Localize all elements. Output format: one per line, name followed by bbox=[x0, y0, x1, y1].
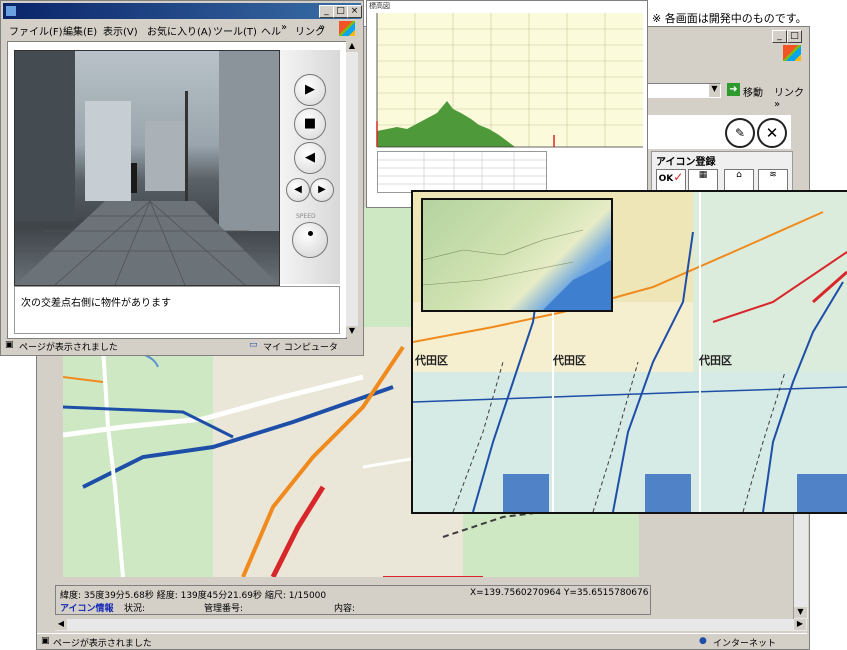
ward-label-1: 代田区 bbox=[415, 354, 448, 367]
step-back-icon[interactable]: ◀ bbox=[286, 178, 310, 202]
video-minimize-button[interactable]: _ bbox=[319, 5, 334, 18]
map-statusbar: ▣ ページが表示されました ● インターネット bbox=[37, 633, 807, 649]
guidance-message: 次の交差点右側に物件があります bbox=[21, 298, 171, 309]
scroll-down-arrow[interactable]: ▼ bbox=[794, 607, 807, 618]
elevation-data-table bbox=[377, 151, 547, 193]
page-icon: ▣ bbox=[41, 636, 50, 646]
menu-more-chevron[interactable]: » bbox=[281, 22, 287, 33]
menu-view[interactable]: 表示(V) bbox=[103, 23, 138, 38]
map-info-bar: 緯度: 35度39分5.68秒 経度: 139度45分21.69秒 縮尺: 1/… bbox=[55, 585, 651, 615]
video-statusbar: ▣ ページが表示されました ▭ マイ コンピュータ bbox=[3, 339, 361, 353]
video-scrollbar[interactable]: ▲ ▼ bbox=[346, 41, 358, 337]
speed-dial-pointer bbox=[308, 231, 313, 236]
computer-icon: ▭ bbox=[249, 340, 258, 350]
play-icon[interactable]: ▶ bbox=[294, 74, 326, 106]
step-forward-icon[interactable]: ▶ bbox=[310, 178, 334, 202]
video-close-button[interactable]: × bbox=[347, 5, 362, 18]
minimize-button[interactable]: _ bbox=[772, 30, 787, 43]
edit-icon[interactable]: ✎ bbox=[725, 118, 755, 148]
scroll-left-arrow[interactable]: ◀ bbox=[55, 619, 67, 630]
video-maximize-button[interactable]: □ bbox=[333, 5, 348, 18]
ie-icon bbox=[6, 6, 16, 16]
ward-label-3: 代田区 bbox=[699, 354, 732, 367]
development-note: ※ 各画面は開発中のものです。 bbox=[652, 12, 807, 25]
xy-readout: X=139.7560270964 Y=35.6515780676 bbox=[470, 588, 649, 598]
coords-readout: 緯度: 35度39分5.68秒 経度: 139度45分21.69秒 縮尺: 1/… bbox=[60, 591, 327, 601]
links-button[interactable]: リンク » bbox=[774, 84, 809, 110]
playback-controls: ▶ ■ ◀ ◀ ▶ SPEED bbox=[280, 50, 340, 284]
relief-drawing bbox=[422, 229, 611, 310]
elevation-chart-svg bbox=[376, 13, 643, 148]
icon-info-label: アイコン情報 bbox=[60, 604, 114, 614]
detailed-map-overlay[interactable]: 代田区 代田区 代田区 bbox=[411, 190, 847, 514]
address-field[interactable]: ▼ bbox=[647, 83, 721, 98]
speed-label: SPEED bbox=[296, 213, 316, 220]
scroll-right-arrow[interactable]: ▶ bbox=[794, 619, 806, 630]
video-scroll-down-arrow[interactable]: ▼ bbox=[346, 326, 358, 337]
status-label: 状況: bbox=[124, 604, 146, 614]
street-video-frame[interactable] bbox=[14, 50, 280, 286]
ward-label-2: 代田区 bbox=[553, 354, 586, 367]
windows-flag-icon bbox=[339, 21, 355, 36]
message-box: 次の交差点右側に物件があります bbox=[14, 286, 340, 334]
menu-file[interactable]: ファイル(F) bbox=[9, 23, 63, 38]
street-scene-drawing bbox=[15, 51, 279, 285]
links-more-chevron[interactable]: » bbox=[319, 22, 325, 33]
menu-favorites[interactable]: お気に入り(A) bbox=[147, 23, 212, 38]
video-menubar: ファイル(F) 編集(E) 表示(V) お気に入り(A) ツール(T) ヘル »… bbox=[3, 21, 359, 38]
chevron-down-icon[interactable]: ▼ bbox=[709, 84, 720, 97]
video-content-area: ▶ ■ ◀ ◀ ▶ SPEED 次の交差点右側に物件があります bbox=[7, 41, 347, 339]
management-number-label: 管理番号: bbox=[204, 604, 244, 614]
elevation-chart-window: 標高図 bbox=[366, 0, 648, 208]
video-page-icon: ▣ bbox=[5, 340, 14, 350]
video-browser-window: _ □ × ファイル(F) 編集(E) 表示(V) お気に入り(A) ツール(T… bbox=[0, 0, 364, 356]
speed-dial[interactable] bbox=[292, 222, 328, 258]
go-arrow-icon[interactable]: ➜ bbox=[727, 83, 740, 96]
icon-register-title: アイコン登録 bbox=[656, 157, 716, 168]
close-icon[interactable]: ✕ bbox=[757, 118, 787, 148]
internet-zone-label: インターネット bbox=[713, 639, 777, 649]
maximize-button[interactable]: □ bbox=[787, 30, 802, 43]
menu-help[interactable]: ヘル bbox=[261, 23, 281, 38]
video-scroll-up-arrow[interactable]: ▲ bbox=[346, 41, 358, 52]
horizontal-scrollbar[interactable]: ◀ ▶ bbox=[55, 619, 807, 631]
video-status-text: ページが表示されました bbox=[19, 343, 118, 353]
menu-tools[interactable]: ツール(T) bbox=[213, 23, 257, 38]
table-grid bbox=[378, 152, 546, 192]
map-status-text: ページが表示されました bbox=[53, 639, 152, 649]
go-button[interactable]: 移動 bbox=[743, 84, 763, 99]
ok-label: OK bbox=[658, 174, 674, 184]
map-toolbar: ✎ ✕ bbox=[647, 115, 791, 149]
content-label: 内容: bbox=[334, 604, 356, 614]
relief-inset-map[interactable] bbox=[421, 198, 613, 312]
globe-icon: ● bbox=[699, 636, 707, 646]
stop-icon[interactable]: ■ bbox=[294, 108, 326, 140]
my-computer-label: マイ コンピュータ bbox=[263, 343, 338, 353]
menu-edit[interactable]: 編集(E) bbox=[63, 23, 97, 38]
rewind-icon[interactable]: ◀ bbox=[294, 142, 326, 174]
windows-logo-icon bbox=[783, 45, 801, 61]
video-titlebar: _ □ × bbox=[3, 3, 362, 19]
